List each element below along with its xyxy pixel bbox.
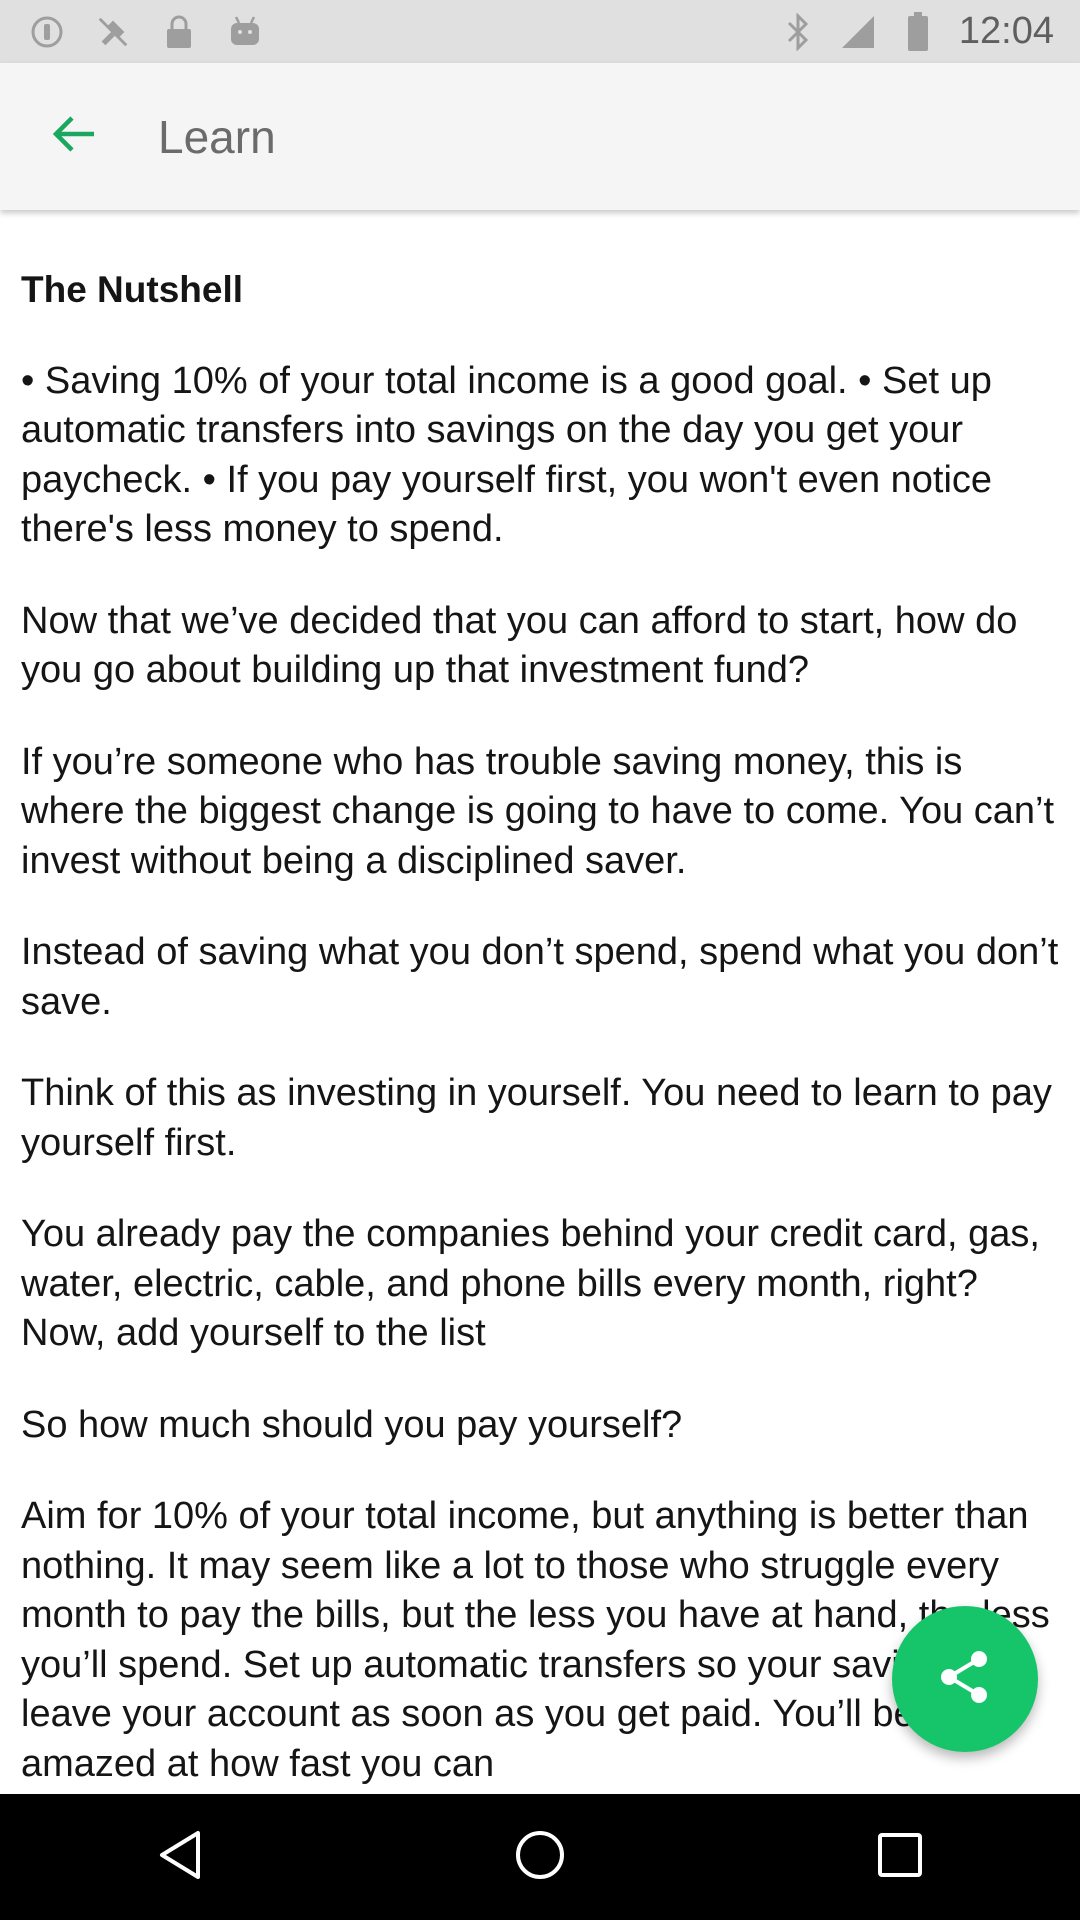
article-paragraph: • Saving 10% of your total income is a g… bbox=[21, 359, 993, 551]
bluetooth-icon bbox=[779, 12, 817, 51]
home-circle-icon bbox=[514, 1829, 566, 1886]
share-icon bbox=[935, 1647, 995, 1712]
nav-recents-button[interactable] bbox=[837, 1794, 963, 1920]
app-bar: Learn bbox=[0, 63, 1080, 210]
back-button[interactable] bbox=[0, 63, 148, 210]
android-icon bbox=[226, 13, 264, 51]
article-heading: The Nutshell bbox=[21, 269, 244, 310]
arrow-back-icon bbox=[50, 114, 98, 159]
article-paragraph: Think of this as investing in yourself. … bbox=[21, 1072, 1052, 1164]
status-bar: 12:04 bbox=[0, 0, 1080, 63]
signal-icon bbox=[839, 13, 877, 51]
article-paragraph: Instead of saving what you don’t spend, … bbox=[21, 931, 1059, 1023]
article-scroll-area[interactable]: The Nutshell • Saving 10% of your total … bbox=[0, 210, 1080, 1794]
article-paragraph: So how much should you pay yourself? bbox=[21, 1403, 683, 1446]
alert-icon bbox=[28, 13, 66, 51]
nav-home-button[interactable] bbox=[477, 1794, 603, 1920]
no-sim-icon bbox=[94, 13, 132, 51]
nav-back-button[interactable] bbox=[117, 1794, 243, 1920]
recents-square-icon bbox=[876, 1831, 924, 1884]
page-title: Learn bbox=[158, 110, 276, 163]
article-paragraph: Now that we’ve decided that you can affo… bbox=[21, 599, 1018, 692]
article-paragraph: You already pay the companies behind you… bbox=[21, 1213, 1040, 1354]
status-time: 12:04 bbox=[958, 10, 1054, 52]
share-button[interactable] bbox=[892, 1606, 1038, 1752]
article-paragraph: If you’re someone who has trouble saving… bbox=[21, 740, 1055, 882]
system-nav-bar bbox=[0, 1794, 1080, 1920]
lock-icon bbox=[160, 13, 198, 51]
battery-icon bbox=[899, 11, 937, 51]
back-triangle-icon bbox=[156, 1829, 204, 1886]
